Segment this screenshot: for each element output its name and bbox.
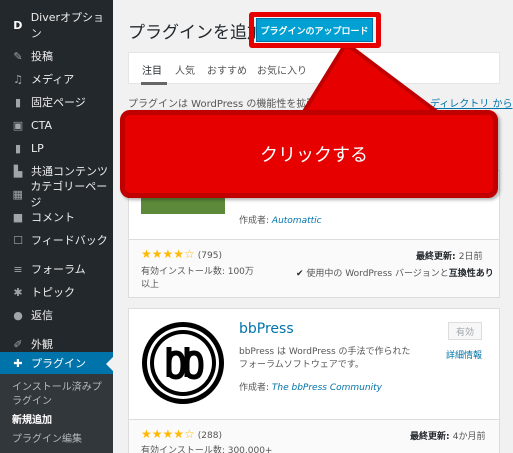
sidebar-item-label: メディア — [31, 73, 75, 86]
tab-featured[interactable]: 注目 — [142, 62, 162, 77]
forum-icon: ≡ — [13, 262, 23, 276]
lp-icon: ▮ — [14, 141, 22, 155]
cta-icon: ▣ — [12, 118, 24, 132]
sidebar-item-label: 固定ページ — [31, 96, 86, 109]
plugin-description: bbPress は WordPress の手法で作られた フォーラムソフトウェア… — [239, 346, 411, 372]
tab-recommended[interactable]: おすすめ — [207, 62, 247, 77]
sidebar-item-comments[interactable]: ■ コメント — [0, 206, 113, 228]
sidebar-item-lp[interactable]: ▮ LP — [0, 137, 113, 159]
active-tab-indicator — [141, 82, 167, 85]
sidebar-item-label: LP — [31, 141, 44, 155]
sidebar-item-label: プラグイン — [31, 357, 86, 370]
last-updated-value: 4か月前 — [452, 432, 486, 442]
admin-sidebar: D Diverオプション ✎ 投稿 ♫ メディア ▮ 固定ページ ▣ CTA ▮… — [0, 0, 113, 453]
rating-count: (795) — [197, 251, 222, 261]
last-updated-label: 最終更新: — [410, 432, 453, 442]
rating-count: (288) — [197, 431, 222, 441]
star-rating: ★★★★☆ (288) — [141, 427, 222, 441]
compat-status: 互換性あり — [448, 269, 494, 279]
sidebar-item-label: コメント — [31, 211, 75, 224]
callout-box: クリックする — [120, 110, 498, 198]
last-updated-label: 最終更新: — [416, 252, 459, 262]
sidebar-item-forums[interactable]: ≡ フォーラム — [0, 258, 113, 280]
tab-popular[interactable]: 人気 — [175, 62, 195, 77]
description-line: フォーラムソフトウェアです。 — [239, 360, 364, 370]
page-icon: ▮ — [14, 95, 22, 109]
last-updated-value: 2日前 — [458, 252, 483, 262]
sidebar-item-label: 外観 — [31, 338, 53, 351]
sidebar-item-topics[interactable]: ✱ トピック — [0, 281, 113, 303]
star-icons: ★★★★☆ — [141, 427, 195, 441]
sidebar-item-label: 投稿 — [31, 50, 53, 63]
diver-logo-icon: D — [13, 18, 23, 32]
page-title: プラグインを追加 — [128, 23, 264, 43]
reply-icon: ● — [13, 308, 23, 322]
sidebar-item-feedback[interactable]: ☐ フィードバック — [0, 229, 113, 251]
plugins-description: プラグインは WordPress の機能性を拡張するものです。 — [128, 99, 386, 110]
submenu-installed-plugins[interactable]: インストール済みプラグイン — [12, 381, 110, 409]
more-details-link[interactable]: 詳細情報 — [446, 348, 482, 361]
sidebar-item-label: トピック — [31, 286, 75, 299]
appearance-icon: ✐ — [13, 337, 23, 351]
category-page-icon: ▦ — [12, 187, 23, 201]
shared-content-icon: ▙ — [13, 164, 23, 178]
sidebar-item-label: Diverオプション — [30, 11, 105, 40]
plugin-filter-bar: 注目 人気 おすすめ お気に入り — [128, 52, 500, 85]
sidebar-item-label: 返信 — [31, 309, 53, 322]
plugin-author: 作成者: Automattic — [239, 213, 322, 226]
description-line: bbPress は WordPress の手法で作られた — [239, 347, 411, 357]
sidebar-item-label: フィードバック — [31, 234, 108, 247]
plugin-icon: ✚ — [13, 356, 23, 370]
sidebar-item-media[interactable]: ♫ メディア — [0, 68, 113, 90]
sidebar-item-posts[interactable]: ✎ 投稿 — [0, 45, 113, 67]
plugin-directory-link[interactable]: ディレクトリ から — [430, 95, 512, 110]
callout-text: クリックする — [260, 145, 368, 166]
sidebar-item-pages[interactable]: ▮ 固定ページ — [0, 91, 113, 113]
bbpress-logo-icon — [142, 322, 224, 404]
plugin-title[interactable]: bbPress — [239, 321, 294, 337]
sidebar-item-label: フォーラム — [31, 263, 86, 276]
star-rating: ★★★★☆ (795) — [141, 247, 222, 261]
sidebar-item-diver-options[interactable]: D Diverオプション — [0, 11, 113, 40]
sidebar-item-replies[interactable]: ● 返信 — [0, 304, 113, 326]
topic-icon: ✱ — [13, 285, 23, 299]
active-installs: 有効インストール数: 300,000+ — [141, 446, 273, 453]
check-icon: ✔ — [296, 269, 304, 279]
plugins-submenu: インストール済みプラグイン 新規追加 プラグイン編集 — [0, 374, 113, 453]
star-icons: ★★★★☆ — [141, 247, 195, 261]
sidebar-item-category-page[interactable]: ▦ カテゴリーページ — [0, 180, 113, 209]
media-icon: ♫ — [13, 72, 23, 86]
author-label: 作成者: — [239, 383, 272, 393]
active-menu-arrow — [106, 357, 113, 371]
upload-button-highlight — [249, 12, 381, 48]
last-updated: 最終更新: 2日前 — [416, 249, 482, 262]
sidebar-item-plugins[interactable]: ✚ プラグイン — [0, 352, 113, 374]
comment-icon: ■ — [12, 210, 24, 224]
submenu-add-new[interactable]: 新規追加 — [12, 414, 110, 428]
author-link[interactable]: Automattic — [272, 216, 322, 226]
sidebar-item-label: CTA — [31, 118, 53, 132]
author-label: 作成者: — [239, 216, 272, 226]
sidebar-item-label: 共通コンテンツ — [31, 165, 108, 178]
compat-text: 使用中の WordPress バージョンと — [303, 269, 449, 279]
sidebar-item-cta[interactable]: ▣ CTA — [0, 114, 113, 136]
plugin-author: 作成者: The bbPress Community — [239, 380, 382, 393]
active-button: 有効 — [448, 322, 482, 340]
feedback-icon: ☐ — [13, 233, 23, 247]
author-link[interactable]: The bbPress Community — [272, 383, 382, 393]
submenu-plugin-editor[interactable]: プラグイン編集 — [12, 433, 110, 447]
last-updated: 最終更新: 4か月前 — [410, 429, 485, 442]
compatibility: ✔ 使用中の WordPress バージョンと互換性あり — [296, 266, 494, 279]
active-installs: 有効インストール数: 100万以上 — [141, 267, 254, 290]
tab-favorites[interactable]: お気に入り — [257, 62, 307, 77]
pushpin-icon: ✎ — [13, 49, 23, 63]
